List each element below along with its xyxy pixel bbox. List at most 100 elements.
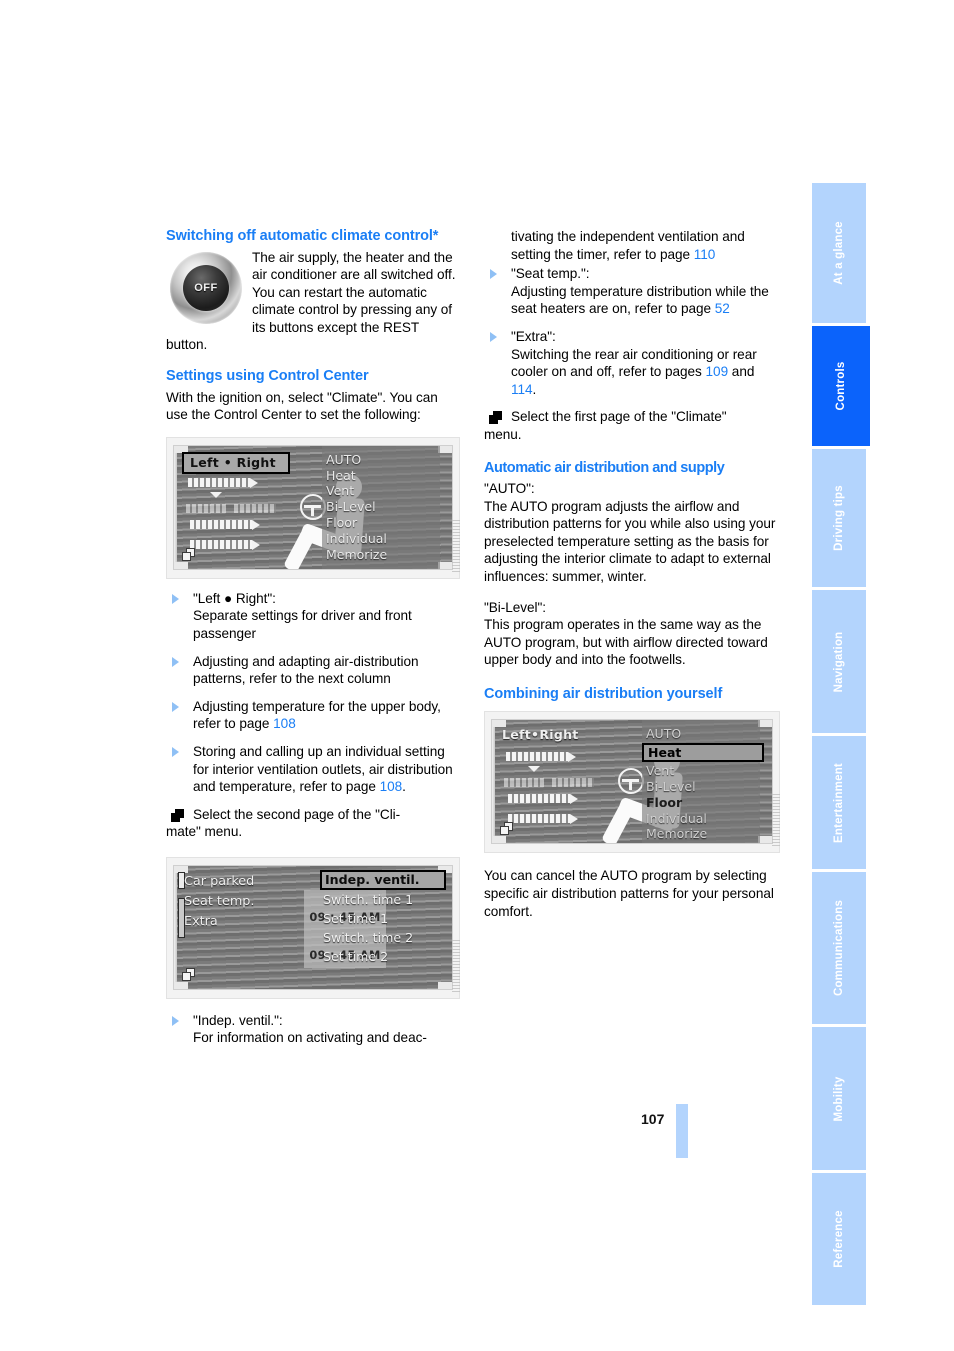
sidebar-item-label: Driving tips (833, 485, 845, 551)
screen-left-shade (174, 445, 177, 569)
triangle-bullet-icon (490, 331, 497, 342)
vent-bar-1 (188, 477, 250, 487)
page-reference[interactable]: 110 (694, 247, 716, 262)
page-reference-1[interactable]: 109 (706, 364, 729, 379)
page-turn-icon-screen-1[interactable] (182, 547, 196, 562)
menu-item-memorize[interactable]: Memorize (642, 826, 764, 842)
display-screenshot-combining: AUTO Heat Vent Bi-Level Floor Individual… (484, 711, 780, 854)
display-screenshot-climate-page-2: Car parked Seat temp. Extra 09 : 45 AM 0… (166, 856, 460, 999)
vent-arrow-3 (252, 519, 260, 530)
menu-item-seat-temp[interactable]: Seat temp. (184, 892, 304, 912)
intro-with-off-button: OFF The air supply, the heater and the a… (166, 249, 460, 355)
menu-item-extra[interactable]: Extra (184, 912, 304, 932)
heading-settings-using-control-center: Settings using Control Center (166, 368, 369, 385)
sidebar-item-controls[interactable]: Controls (812, 326, 870, 446)
sidebar-item-label: Controls (835, 361, 847, 411)
left-bullet-list: "Left ● Right": Separate settings for dr… (166, 590, 460, 796)
menu-item-floor[interactable]: Floor (322, 515, 444, 531)
vent-arrow-1 (568, 752, 576, 763)
screen-corner-bl (174, 981, 188, 989)
menu-item-set-time-2[interactable]: Set time 2 (320, 947, 446, 966)
note-line-2: mate" menu. (166, 824, 243, 840)
triangle-bullet-icon (172, 746, 179, 757)
left-right-tag[interactable]: Left • Right (182, 451, 290, 474)
list-item-text: Adjusting temperature distribution while… (511, 283, 769, 317)
menu-item-heat[interactable]: Heat (642, 743, 764, 763)
note-line-2: menu. (484, 426, 522, 442)
image-microtext (452, 939, 460, 992)
sidebar-item-navigation[interactable]: Navigation (812, 590, 866, 733)
screen-left-shade (492, 720, 495, 844)
label-auto: "AUTO": (484, 481, 535, 497)
sidebar-item-label: Mobility (833, 1075, 845, 1122)
sidebar-item-entertainment[interactable]: Entertainment (812, 736, 866, 869)
menu-item-indep-ventil[interactable]: Indep. ventil. (320, 869, 446, 890)
triangle-bullet-icon (172, 593, 179, 604)
triangle-bullet-icon (172, 656, 179, 667)
menu-item-memorize[interactable]: Memorize (322, 547, 444, 563)
menu-item-individual[interactable]: Individual (642, 811, 764, 827)
vent-bar-1 (506, 752, 568, 762)
page-reference[interactable]: 52 (715, 301, 730, 316)
vent-bar-2a (504, 778, 544, 788)
menu-item-switch-time-2[interactable]: Switch. time 2 (320, 928, 446, 947)
sidebar-item-mobility[interactable]: Mobility (812, 1027, 866, 1170)
menu-item-bi-level[interactable]: Bi-Level (642, 779, 764, 795)
screen-corner-bl (492, 836, 506, 844)
page-reference[interactable]: 108 (380, 779, 403, 794)
list-item-seat-temp: "Seat temp.": Adjusting temperature dist… (484, 265, 778, 318)
vent-bar-2b (552, 778, 594, 788)
page-turn-icon (171, 808, 184, 822)
menu-item-floor[interactable]: Floor (642, 795, 764, 811)
list-item-text: Adjusting and adapting air-distribution … (193, 653, 419, 687)
right-bullet-list: "Seat temp.": Adjusting temperature dist… (484, 265, 778, 398)
seat-leg-icon (601, 803, 634, 844)
sidebar-item-label: Reference (833, 1210, 845, 1268)
screen-corner-bl (174, 561, 188, 569)
menu-item-vent[interactable]: Vent (642, 763, 764, 779)
menu-item-car-parked[interactable]: Car parked (184, 872, 304, 892)
left-bullet-list-2: "Indep. ventil.": For information on act… (166, 1012, 460, 1047)
sidebar-item-communications[interactable]: Communications (812, 872, 866, 1024)
menu-item-auto[interactable]: AUTO (322, 452, 444, 468)
heading-automatic-air-distribution: Automatic air distribution and supply (484, 459, 725, 476)
page-turn-icon-screen-2[interactable] (182, 967, 196, 982)
sidebar-item-label: At a glance (833, 221, 845, 285)
list-item-text: For information on activating and deac- (193, 1030, 427, 1046)
list-item-extra: "Extra": Switching the rear air conditio… (484, 328, 778, 398)
control-center-screen-1: AUTO Heat Vent Bi-Level Floor Individual… (173, 444, 453, 570)
period: . (532, 381, 537, 397)
sidebar-item-reference[interactable]: Reference (812, 1173, 866, 1305)
page-reference-2[interactable]: 114 (511, 382, 533, 397)
triangle-bullet-icon (172, 701, 179, 712)
vent-arrow-3 (570, 794, 578, 805)
menu-item-switch-time-1[interactable]: Switch. time 1 (320, 890, 446, 909)
right-column: tivating the independent ventilation and… (484, 228, 780, 920)
vent-chevron (210, 491, 222, 498)
climate-menu-list-1: AUTO Heat Vent Bi-Level Floor Individual… (322, 452, 444, 563)
vent-arrow-4 (252, 539, 260, 550)
page-turn-icon-screen-3[interactable] (500, 822, 514, 836)
menu-item-auto[interactable]: AUTO (642, 726, 764, 742)
parked-menu-right: Indep. ventil. Switch. time 1 Set time 1… (320, 869, 446, 966)
page-reference[interactable]: 108 (273, 716, 296, 731)
paragraph-continued-indep-ventil: tivating the independent ventilation and… (484, 228, 778, 263)
menu-item-heat[interactable]: Heat (322, 468, 444, 484)
menu-item-vent[interactable]: Vent (322, 483, 444, 499)
menu-item-individual[interactable]: Individual (322, 531, 444, 547)
sidebar-item-driving-tips[interactable]: Driving tips (812, 449, 866, 587)
screen-corner-br (438, 981, 452, 989)
period: . (402, 779, 406, 795)
left-right-tag[interactable]: Left•Right (500, 726, 581, 743)
menu-item-set-time-1[interactable]: Set time 1 (320, 909, 446, 928)
parked-menu-left: Car parked Seat temp. Extra (184, 872, 304, 932)
vent-arrow-1 (250, 477, 258, 488)
menu-item-bi-level[interactable]: Bi-Level (322, 499, 444, 515)
note-select-second-page: Select the second page of the "Cli- mate… (166, 806, 460, 841)
sidebar-item-at-a-glance[interactable]: At a glance (812, 183, 866, 323)
heading-switching-off-automatic-climate-control: Switching off automatic climate control* (166, 228, 439, 244)
vent-bar-3 (190, 519, 252, 529)
screen-corner-br (438, 561, 452, 569)
page-number-bar (676, 1104, 688, 1158)
manual-page: Switching off automatic climate control*… (0, 0, 954, 1351)
